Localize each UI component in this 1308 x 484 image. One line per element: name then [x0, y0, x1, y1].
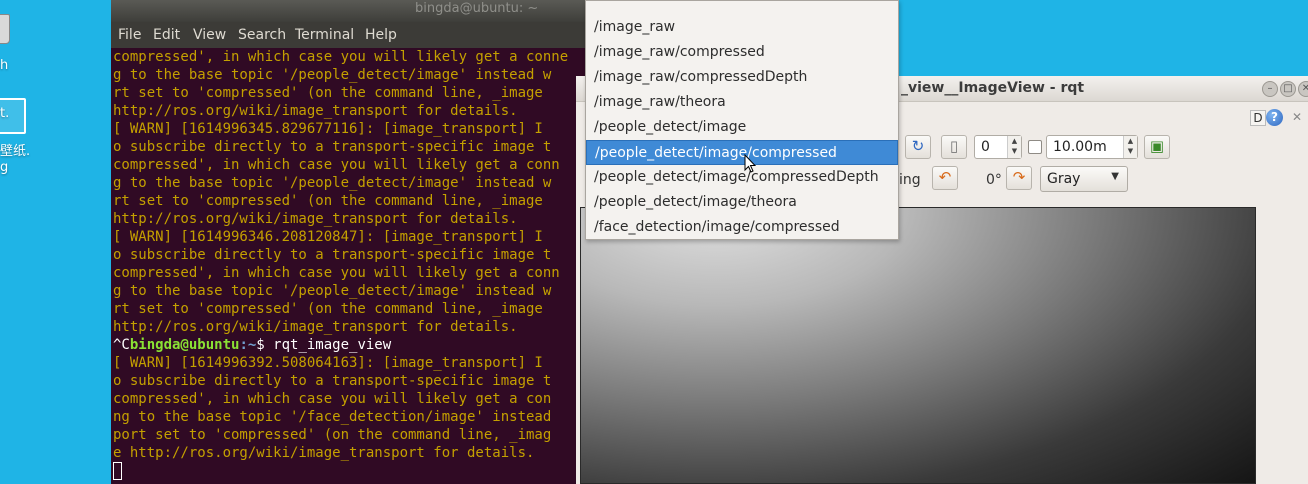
topic-icon: ▯: [949, 137, 959, 155]
rotate-left-icon: ↶: [938, 168, 952, 186]
mouse-pointer-icon: [744, 154, 756, 173]
spinbox-value: 0: [981, 139, 990, 155]
terminal-line: compressed', in which case you will like…: [113, 49, 569, 65]
desktop-icon-label: t.: [0, 106, 10, 121]
terminal-menubar: File Edit View Search Terminal Help: [111, 22, 585, 48]
timeout-value: 10.00m: [1053, 139, 1107, 155]
terminal-line: [ WARN] [1614996346.208120847]: [image_t…: [113, 229, 543, 245]
terminal-line: rt set to 'compressed' (on the command l…: [113, 193, 543, 209]
dock-d-button[interactable]: D: [1250, 110, 1266, 126]
save-image-button[interactable]: ▣: [1144, 135, 1170, 159]
terminal-line: o subscribe directly to a transport-spec…: [113, 247, 552, 263]
spinbox-arrows[interactable]: ▲ ▼: [1007, 136, 1021, 158]
rotate-left-button[interactable]: ↶: [932, 166, 958, 190]
rqt-title: _view__ImageView - rqt: [901, 80, 1085, 96]
topic-option[interactable]: /face_detection/image/compressed: [586, 215, 898, 240]
terminal-cursor: [113, 462, 122, 480]
menu-edit[interactable]: Edit: [153, 27, 180, 43]
prompt-command: rqt_image_view: [273, 337, 392, 353]
terminal-line: compressed', in which case you will like…: [113, 265, 560, 281]
prompt-path: :~: [239, 337, 257, 353]
terminal-line: http://ros.org/wiki/image_transport for …: [113, 211, 518, 227]
timeout-checkbox[interactable]: [1028, 140, 1042, 154]
trash-icon[interactable]: [0, 14, 10, 44]
terminal-window[interactable]: bingda@ubuntu: ~ File Edit View Search T…: [111, 0, 585, 484]
menu-file[interactable]: File: [118, 27, 141, 43]
topic-dropdown-list[interactable]: /image_raw /image_raw/compressed /image_…: [585, 0, 899, 240]
terminal-line: g to the base topic '/people_detect/imag…: [113, 67, 552, 83]
terminal-line: g to the base topic '/people_detect/imag…: [113, 175, 552, 191]
timeout-arrows[interactable]: ▲ ▼: [1123, 136, 1137, 158]
terminal-title: bingda@ubuntu: ~: [415, 1, 539, 16]
desktop-icon-label: 壁纸.: [0, 144, 31, 159]
menu-help[interactable]: Help: [365, 27, 397, 43]
terminal-line: port set to 'compressed' (on the command…: [113, 427, 552, 443]
desktop-icon-label: g: [0, 160, 9, 175]
topic-option[interactable]: /image_raw: [586, 15, 898, 40]
color-scheme-select[interactable]: Gray ▼: [1040, 166, 1128, 192]
terminal-line: [ WARN] [1614996345.829677116]: [image_t…: [113, 121, 543, 137]
terminal-line: e http://ros.org/wiki/image_transport fo…: [113, 445, 535, 461]
terminal-line: g to the base topic '/people_detect/imag…: [113, 283, 552, 299]
menu-terminal[interactable]: Terminal: [295, 27, 354, 43]
topic-option[interactable]: /people_detect/image/compressedDepth: [586, 165, 898, 190]
timeout-spinbox[interactable]: 10.00m ▲ ▼: [1046, 135, 1138, 159]
topic-option[interactable]: /people_detect/image: [586, 115, 898, 140]
image-side-panel: [1256, 207, 1308, 484]
terminal-line: o subscribe directly to a transport-spec…: [113, 373, 552, 389]
terminal-line: compressed', in which case you will like…: [113, 157, 560, 173]
terminal-output[interactable]: compressed', in which case you will like…: [113, 48, 585, 484]
rotate-right-button[interactable]: ↷: [1006, 166, 1032, 190]
terminal-line: http://ros.org/wiki/image_transport for …: [113, 103, 518, 119]
maximize-button[interactable]: □: [1280, 81, 1296, 97]
topic-toggle-button[interactable]: ▯: [941, 135, 967, 159]
topic-option[interactable]: /image_raw/theora: [586, 90, 898, 115]
prompt-user: bingda@ubuntu: [129, 337, 240, 353]
minimize-button[interactable]: –: [1262, 81, 1278, 97]
terminal-line: compressed', in which case you will like…: [113, 391, 552, 407]
terminal-line: http://ros.org/wiki/image_transport for …: [113, 319, 518, 335]
color-scheme-value: Gray: [1047, 171, 1081, 187]
terminal-line: [ WARN] [1614996392.508064163]: [image_t…: [113, 355, 543, 371]
smoothing-label: ing: [899, 172, 921, 188]
chevron-down-icon: ▼: [1111, 171, 1119, 182]
prompt-prefix: ^C: [113, 337, 130, 353]
help-icon[interactable]: ?: [1266, 109, 1283, 126]
topic-option[interactable]: /image_raw/compressed: [586, 40, 898, 65]
terminal-line: o subscribe directly to a transport-spec…: [113, 139, 552, 155]
terminal-titlebar[interactable]: bingda@ubuntu: ~: [111, 0, 585, 22]
close-plugin-icon[interactable]: ✕: [1292, 110, 1302, 124]
topic-option[interactable]: /image_raw/compressedDepth: [586, 65, 898, 90]
prompt-symbol: $: [256, 337, 274, 353]
topic-option[interactable]: /people_detect/image/theora: [586, 190, 898, 215]
save-icon: ▣: [1149, 137, 1165, 155]
terminal-line: rt set to 'compressed' (on the command l…: [113, 85, 543, 101]
refresh-icon: ↻: [911, 137, 925, 155]
rotate-right-icon: ↷: [1012, 168, 1026, 186]
number-spinbox[interactable]: 0 ▲ ▼: [974, 135, 1022, 159]
terminal-line: ng to the base topic '/face_detection/im…: [113, 409, 552, 425]
topic-option-selected[interactable]: /people_detect/image/compressed: [586, 140, 898, 165]
rotation-label: 0°: [986, 172, 1002, 188]
image-display[interactable]: [580, 207, 1256, 484]
close-window-button[interactable]: ✕: [1298, 81, 1308, 97]
terminal-prompt-line: ^Cbingda@ubuntu:~$ rqt_image_view: [113, 336, 391, 354]
menu-search[interactable]: Search: [238, 27, 286, 43]
desktop-icon-label: h: [0, 58, 9, 73]
refresh-topics-button[interactable]: ↻: [905, 135, 931, 159]
terminal-line: rt set to 'compressed' (on the command l…: [113, 301, 543, 317]
menu-view[interactable]: View: [193, 27, 226, 43]
